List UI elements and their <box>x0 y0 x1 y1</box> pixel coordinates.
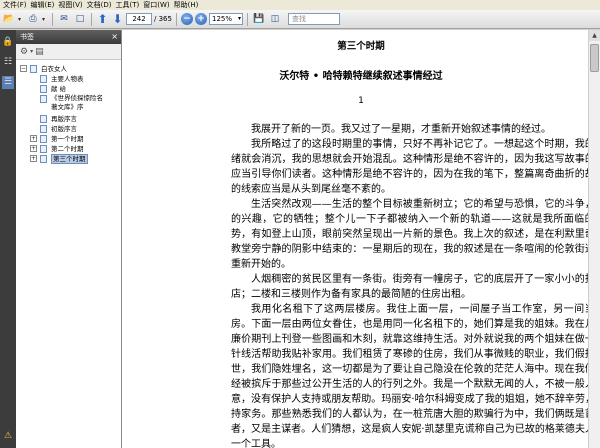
bookmark-label: 初版序言 <box>51 125 77 133</box>
navigation-strip: 🔒 ☷ ☰ ⚠ <box>0 30 16 448</box>
bookmark-item-selected[interactable]: + 第三个时期 <box>16 154 121 164</box>
bookmark-icon <box>40 125 47 133</box>
bookmark-label: 第二个时期 <box>51 145 84 153</box>
bookmark-item[interactable]: 献 给 <box>16 84 121 94</box>
menu-file[interactable]: 文件(F) <box>3 0 27 10</box>
menu-view[interactable]: 视图(V) <box>58 0 82 10</box>
scroll-thumb[interactable] <box>590 44 599 72</box>
section-title: 沃尔特 • 哈特赖特继续叙述事情经过 <box>279 71 443 82</box>
toolbar-divider <box>247 12 248 26</box>
toolbar-divider <box>52 12 53 26</box>
close-panel-button[interactable]: × <box>111 30 118 44</box>
lock-icon[interactable]: 🔒 <box>2 36 14 49</box>
page-total: / 365 <box>154 15 172 23</box>
panel-header: 书签 × <box>16 30 121 44</box>
menu-window[interactable]: 窗口(W) <box>143 0 169 10</box>
bookmark-item[interactable]: + 第二个时期 <box>16 144 121 154</box>
menu-bar: 文件(F) 编辑(E) 视图(V) 文档(D) 工具(T) 窗口(W) 帮助(H… <box>0 0 600 10</box>
new-bookmark-icon[interactable]: ▤ <box>35 47 44 57</box>
bookmark-icon <box>40 85 47 93</box>
options-dropdown-icon[interactable]: ▾ <box>30 48 33 55</box>
toolbar-divider <box>91 12 92 26</box>
comment-icon[interactable]: □ <box>73 12 87 26</box>
pages-icon[interactable]: ☷ <box>2 56 14 69</box>
vertical-scrollbar[interactable]: ▲ <box>588 30 600 448</box>
body-text: 我展开了新的一页。我又过了一星期，才重新开始叙述事情的经过。 我所略过了的这段时… <box>231 122 600 448</box>
next-page-icon[interactable]: ⬇ <box>111 12 124 26</box>
attachment-icon[interactable]: ⚠ <box>2 430 14 443</box>
print-icon[interactable]: ⎙ <box>26 12 40 26</box>
bookmark-label: 第一个时期 <box>51 135 84 143</box>
collapse-icon[interactable]: − <box>20 65 27 72</box>
bookmark-item[interactable]: 主要人物表 <box>16 74 121 84</box>
previous-page-icon[interactable]: ⬆ <box>96 12 109 26</box>
bookmark-icon <box>40 75 47 83</box>
save-icon[interactable]: 💾 <box>252 12 266 26</box>
open-dropdown-icon[interactable]: ▾ <box>18 16 24 23</box>
email-icon[interactable]: ✉ <box>57 12 71 26</box>
print-dropdown-icon[interactable]: ▾ <box>42 16 48 23</box>
menu-document[interactable]: 文档(D) <box>87 0 112 10</box>
bookmarks-icon[interactable]: ☰ <box>2 76 14 89</box>
bookmark-icon <box>30 65 37 73</box>
bookmark-icon <box>40 95 47 103</box>
bookmark-label: 白衣女人 <box>41 65 67 73</box>
scroll-up-icon[interactable]: ▲ <box>589 30 600 41</box>
fit-page-icon[interactable]: ◫ <box>268 12 282 26</box>
bookmark-label: 第三个时期 <box>51 154 88 164</box>
paragraph: 我用化名租下了这两层楼房。我住上面一层，一间屋子当工作室，另一间当卧房。下面一层… <box>231 304 600 448</box>
search-input[interactable]: 查找 <box>288 13 340 25</box>
bookmark-label: 主要人物表 <box>51 75 84 83</box>
panel-title: 书签 <box>20 33 34 41</box>
open-folder-icon[interactable]: 📂 <box>2 12 16 26</box>
bookmark-label: 献 给 <box>51 85 67 93</box>
expand-icon[interactable]: + <box>30 155 37 162</box>
bookmark-item[interactable]: + 第一个时期 <box>16 134 121 144</box>
toolbar-divider <box>176 12 177 26</box>
paragraph: 人烟稠密的贫民区里有一条街。街旁有一幢房子，它的底层开了一家小小的报纸店；二楼和… <box>231 274 600 300</box>
zoom-dropdown-icon: ▾ <box>237 15 241 22</box>
zoom-value: 125% <box>212 15 233 23</box>
bookmark-item[interactable]: 再版序言 <box>16 114 121 124</box>
menu-edit[interactable]: 编辑(E) <box>31 0 55 10</box>
expand-icon[interactable]: + <box>30 145 37 152</box>
bookmark-label: 再版序言 <box>51 115 77 123</box>
bookmark-icon <box>40 155 47 163</box>
expand-icon[interactable]: + <box>30 135 37 142</box>
document-page: 第三个时期 沃尔特 • 哈特赖特继续叙述事情经过 1 我展开了新的一页。我又过了… <box>122 30 600 448</box>
bookmark-options-icon[interactable]: ⚙ <box>20 47 28 57</box>
page-number-input[interactable]: 242 <box>126 13 152 25</box>
bookmark-icon <box>40 145 47 153</box>
bookmark-label: 《世界侦探惊险名著文库》序 <box>51 94 103 111</box>
zoom-select[interactable]: 125% ▾ <box>209 13 243 25</box>
bookmark-tree: − 白衣女人 主要人物表 献 给 《世界侦探惊险名著文库》序 再版序言 初版序言… <box>16 60 121 164</box>
bookmarks-panel: 书签 × ⚙ ▾ ▤ − 白衣女人 主要人物表 献 给 《世界侦探惊险名著文库》… <box>16 30 122 448</box>
paragraph: 生活突然改观——生活的整个目标被重新树立；它的希望与恐惧，它的斗争，它的兴趣，它… <box>231 199 600 270</box>
bookmark-icon <box>40 115 47 123</box>
section-number: 1 <box>358 96 364 106</box>
bookmark-item[interactable]: 《世界侦探惊险名著文库》序 <box>16 94 121 114</box>
bookmark-icon <box>40 135 47 143</box>
zoom-in-icon[interactable]: + <box>195 13 207 25</box>
document-viewport[interactable]: 第三个时期 沃尔特 • 哈特赖特继续叙述事情经过 1 我展开了新的一页。我又过了… <box>122 30 600 448</box>
menu-tools[interactable]: 工具(T) <box>116 0 140 10</box>
paragraph: 我展开了新的一页。我又过了一星期，才重新开始叙述事情的经过。 <box>251 124 551 135</box>
bookmark-item[interactable]: − 白衣女人 <box>16 64 121 74</box>
zoom-out-icon[interactable]: − <box>181 13 193 25</box>
menu-help[interactable]: 帮助(H) <box>174 0 199 10</box>
panel-toolbar: ⚙ ▾ ▤ <box>16 44 121 60</box>
toolbar: 📂 ▾ ⎙ ▾ ✉ □ ⬆ ⬇ 242 / 365 − + 125% ▾ 💾 ◫ … <box>0 10 600 29</box>
paragraph: 我所略过了的这段时期里的事情，只好不再补记它了。一想起这个时期，我的情绪就会消沉… <box>231 139 600 195</box>
bookmark-item[interactable]: 初版序言 <box>16 124 121 134</box>
chapter-heading: 第三个时期 <box>337 41 385 52</box>
